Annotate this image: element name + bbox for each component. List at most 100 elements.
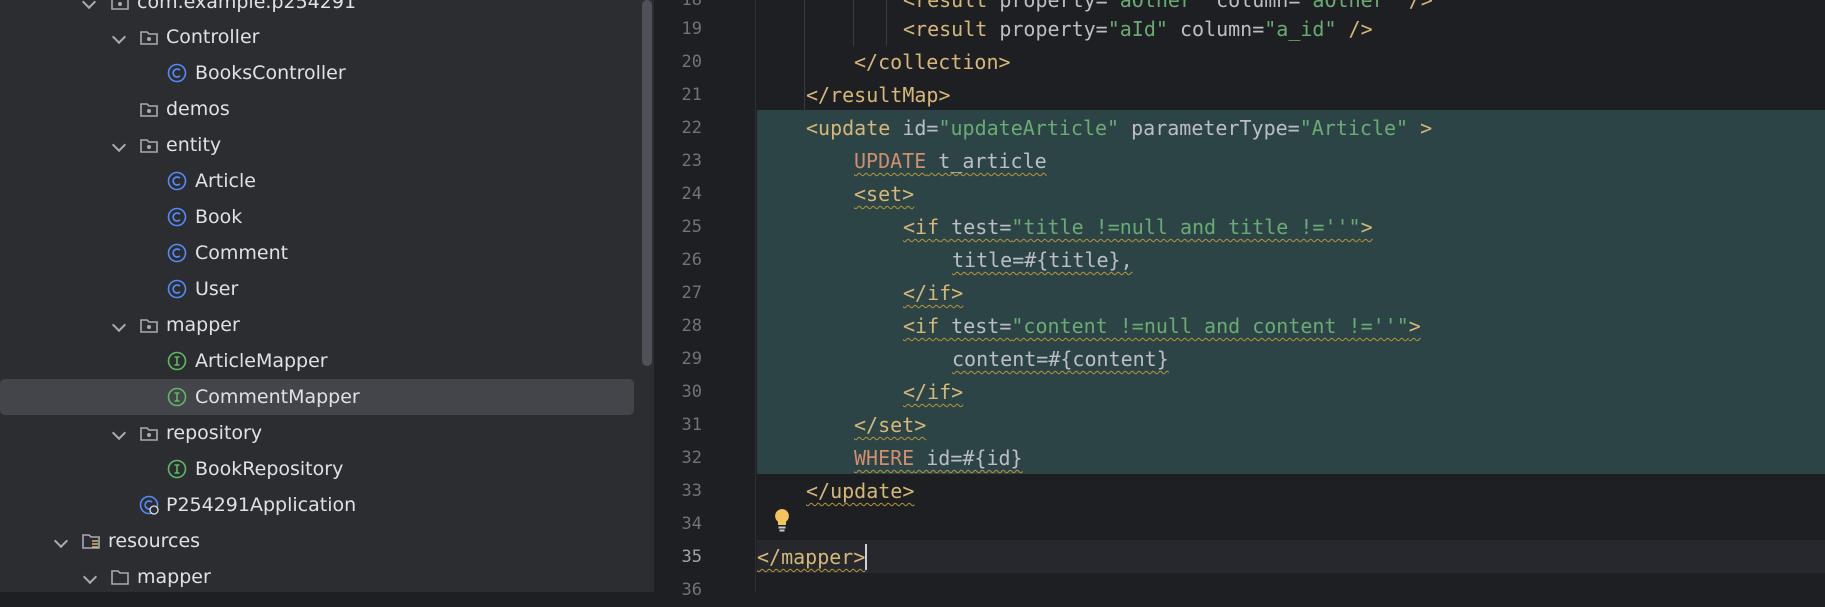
tree-item-label: repository [166, 422, 263, 444]
line-number: 29 [681, 349, 702, 369]
code-line-19[interactable]: <result property="aId" column="a_id" /> [757, 13, 1373, 46]
tree-item-resources[interactable]: resources [0, 523, 634, 559]
code-line-21[interactable]: </resultMap> [757, 79, 951, 112]
interface-icon [167, 387, 187, 407]
class-icon [167, 63, 187, 83]
tree-item-comment[interactable]: Comment [0, 235, 634, 271]
tree-scrollbar-thumb[interactable] [642, 0, 652, 366]
spring-boot-class-icon [139, 495, 159, 515]
tree-item-application[interactable]: P254291Application [0, 487, 634, 523]
tree-item-label: Article [195, 170, 256, 192]
tree-item-label: entity [166, 134, 222, 156]
code-line-26[interactable]: title=#{title}, [757, 244, 1133, 277]
sql-text: title=#{title}, [952, 248, 1133, 272]
lightbulb-icon[interactable] [772, 507, 792, 533]
tree-item-article-mapper[interactable]: ArticleMapper [0, 343, 634, 379]
code-line-35[interactable]: </mapper> [757, 541, 865, 574]
line-number-current: 35 [681, 547, 702, 567]
interface-icon [167, 459, 187, 479]
code-line-29[interactable]: content=#{content} [757, 343, 1169, 376]
tree-item-book-repository[interactable]: BookRepository [0, 451, 634, 487]
sql-keyword: WHERE [854, 446, 915, 470]
project-tree-panel: com.example.p254291 Controller BooksCont… [0, 0, 640, 592]
line-number: 32 [681, 448, 702, 468]
tree-item-demos[interactable]: demos [0, 91, 634, 127]
line-number: 20 [681, 52, 702, 72]
tag-close: /> [1396, 0, 1433, 12]
tree-item-comment-mapper[interactable]: CommentMapper [0, 379, 634, 415]
tree-item-books-controller[interactable]: BooksController [0, 55, 634, 91]
line-number: 19 [681, 19, 702, 39]
line-number: 23 [681, 151, 702, 171]
code-line-24[interactable]: <set> [757, 178, 914, 211]
code-line-32[interactable]: WHERE id=#{id} [757, 442, 1023, 475]
chevron-down-icon[interactable] [81, 0, 97, 10]
tree-item-package-root[interactable]: com.example.p254291 [0, 0, 634, 20]
attribute: column= [1204, 0, 1301, 12]
code-line-27[interactable]: </if> [757, 277, 963, 310]
tag-name: </if> [903, 281, 964, 305]
attribute-value: "updateArticle" [938, 116, 1120, 140]
tree-item-entity[interactable]: entity [0, 127, 634, 163]
package-folder-icon [111, 0, 129, 10]
attribute: column= [1167, 17, 1265, 41]
tree-item-book[interactable]: Book [0, 199, 634, 235]
package-folder-icon [140, 31, 158, 45]
tree-item-label: Comment [195, 242, 289, 264]
attribute-value: "aOther" [1107, 0, 1205, 12]
class-icon [167, 279, 187, 299]
line-number: 25 [681, 217, 702, 237]
tree-item-label: User [195, 278, 239, 300]
code-line-28[interactable]: <if test="content !=null and content !='… [757, 310, 1421, 343]
chevron-down-icon[interactable] [111, 29, 127, 45]
tree-item-label: BookRepository [195, 458, 344, 480]
tag-close: > [1408, 314, 1421, 338]
attribute-value: "title !=null and title !=''" [1011, 215, 1361, 239]
tag-name: result [915, 17, 988, 41]
attribute: test= [939, 215, 1012, 239]
line-number: 28 [681, 316, 702, 336]
code-line-20[interactable]: </collection> [757, 46, 1011, 79]
code-line-33[interactable]: </update> [757, 475, 914, 508]
tree-item-label: CommentMapper [195, 386, 360, 408]
tree-item-article[interactable]: Article [0, 163, 634, 199]
tag-close: > [1408, 116, 1433, 140]
chevron-down-icon[interactable] [111, 317, 127, 333]
code-line-31[interactable]: </set> [757, 409, 926, 442]
line-number: 22 [681, 118, 702, 138]
resources-folder-icon [82, 534, 100, 549]
tree-item-repository[interactable]: repository [0, 415, 634, 451]
code-line-30[interactable]: </if> [757, 376, 963, 409]
folder-icon [111, 570, 129, 585]
tree-item-mapper-folder[interactable]: mapper [0, 559, 634, 592]
tree-item-label: Controller [166, 26, 260, 48]
tree-item-label: Book [195, 206, 243, 228]
tree-item-user[interactable]: User [0, 271, 634, 307]
tag-bracket: < [903, 0, 916, 12]
code-line-25[interactable]: <if test="title !=null and title !=''"> [757, 211, 1373, 244]
chevron-down-icon[interactable] [53, 533, 69, 549]
current-line-highlight [757, 540, 1825, 573]
code-line-22[interactable]: <update id="updateArticle" parameterType… [757, 112, 1432, 145]
chevron-down-icon[interactable] [111, 137, 127, 153]
line-number: 33 [681, 481, 702, 501]
tree-item-mapper-package[interactable]: mapper [0, 307, 634, 343]
chevron-down-icon[interactable] [111, 425, 127, 441]
tag-name: result [915, 0, 988, 12]
tree-item-label: resources [108, 530, 201, 552]
sql-keyword: UPDATE [854, 149, 927, 173]
chevron-down-icon[interactable] [82, 569, 98, 585]
sql-text: t_article [926, 149, 1047, 173]
tag-name: </mapper> [757, 545, 866, 569]
attribute: property= [987, 0, 1108, 12]
code-line-23[interactable]: UPDATE t_article [757, 145, 1047, 178]
tag-name: </update> [806, 479, 915, 503]
tag-name: <if [903, 314, 940, 338]
tree-item-controller[interactable]: Controller [0, 19, 634, 55]
package-folder-icon [140, 139, 158, 153]
class-icon [167, 207, 187, 227]
tag-name: </collection> [854, 50, 1011, 74]
attribute-value: "content !=null and content !=''" [1011, 314, 1409, 338]
tag-name: <set> [854, 182, 915, 206]
package-folder-icon [140, 103, 158, 117]
